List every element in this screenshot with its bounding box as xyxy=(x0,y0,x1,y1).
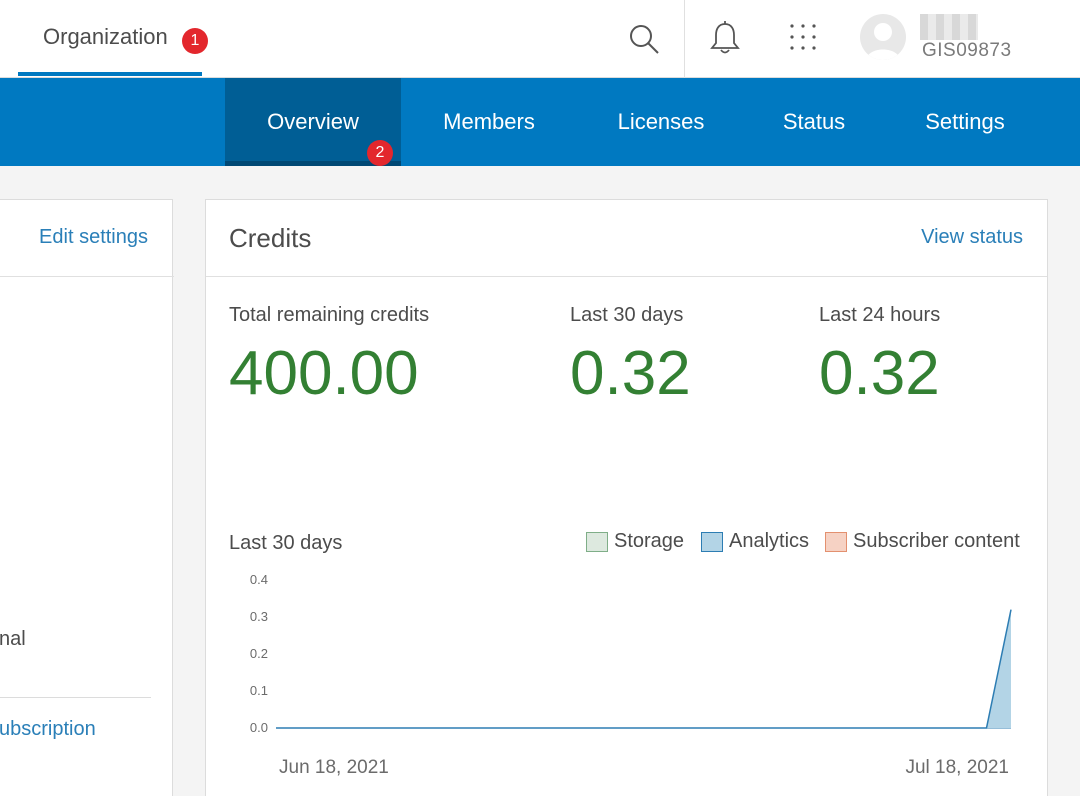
org-nav-bar: Overview Members Licenses Status Setting… xyxy=(0,78,1080,166)
legend-label: Subscriber content xyxy=(853,530,1020,552)
avatar[interactable] xyxy=(860,14,906,60)
y-tick-label: 0.0 xyxy=(250,720,268,735)
tab-status[interactable]: Status xyxy=(755,78,873,166)
legend-subscriber-content[interactable]: Subscriber content xyxy=(825,530,1020,553)
legend-label: Storage xyxy=(614,530,685,552)
x-tick-label: Jun 18, 2021 xyxy=(279,757,389,778)
tab-organization-label: Organization xyxy=(43,24,168,49)
active-tab-underline xyxy=(18,72,202,76)
legend-label: Analytics xyxy=(729,530,810,552)
stat-label-total: Total remaining credits xyxy=(229,304,430,326)
credits-card: Credits View status Total remaining cred… xyxy=(205,199,1048,796)
stat-value-total: 400.00 xyxy=(229,339,419,408)
left-panel: Edit settings nal ubscription xyxy=(0,199,174,796)
subscriber-content-swatch xyxy=(825,531,847,552)
chart-section-label: Last 30 days xyxy=(229,532,343,554)
tab-licenses-label: Licenses xyxy=(617,109,705,134)
stat-label-30d: Last 30 days xyxy=(570,304,684,326)
view-status-link[interactable]: View status xyxy=(921,226,1023,249)
username-redacted xyxy=(920,14,978,40)
tab-organization[interactable]: Organization xyxy=(18,0,202,76)
stat-label-24h: Last 24 hours xyxy=(819,304,941,326)
series-line-analytics xyxy=(276,609,1012,729)
y-tick-label: 0.4 xyxy=(250,572,268,587)
edit-settings-link[interactable]: Edit settings xyxy=(39,226,148,249)
series-area-analytics xyxy=(276,609,1011,728)
tab-members[interactable]: Members xyxy=(410,78,568,166)
header-divider xyxy=(684,0,685,78)
legend-storage[interactable]: Storage xyxy=(586,530,684,553)
app-launcher-icon[interactable] xyxy=(788,22,818,52)
step-badge: 2 xyxy=(367,140,393,166)
tab-licenses[interactable]: Licenses xyxy=(585,78,737,166)
credits-title: Credits xyxy=(229,223,312,253)
search-icon[interactable] xyxy=(627,22,661,56)
stat-value-30d: 0.32 xyxy=(570,339,691,408)
tab-status-label: Status xyxy=(782,109,846,134)
panel-divider xyxy=(0,276,174,277)
notification-badge: 1 xyxy=(182,28,208,54)
panel-divider xyxy=(0,697,151,698)
tab-settings-label: Settings xyxy=(925,109,1005,134)
card-divider xyxy=(206,276,1047,277)
storage-swatch xyxy=(586,531,608,552)
subscription-link[interactable]: ubscription xyxy=(0,718,96,741)
partial-text: nal xyxy=(0,628,26,650)
tab-members-label: Members xyxy=(443,109,535,134)
analytics-swatch xyxy=(701,531,723,552)
stat-value-24h: 0.32 xyxy=(819,339,940,408)
bell-icon[interactable] xyxy=(708,20,742,56)
y-tick-label: 0.3 xyxy=(250,609,268,624)
legend-analytics[interactable]: Analytics xyxy=(701,530,809,553)
y-tick-label: 0.1 xyxy=(250,683,268,698)
user-avatar-icon xyxy=(866,23,900,60)
tab-settings[interactable]: Settings xyxy=(895,78,1035,166)
x-tick-label: Jul 18, 2021 xyxy=(905,757,1009,778)
y-tick-label: 0.2 xyxy=(250,646,268,661)
top-bar: Organization 1 GIS09873 xyxy=(0,0,1080,78)
tab-overview-label: Overview xyxy=(267,109,359,134)
credits-chart: 0.4 0.3 0.2 0.1 0.0 Jun 18, 2021 Jul 18, 2021 xyxy=(250,572,1012,778)
username[interactable]: GIS09873 xyxy=(922,40,1012,62)
